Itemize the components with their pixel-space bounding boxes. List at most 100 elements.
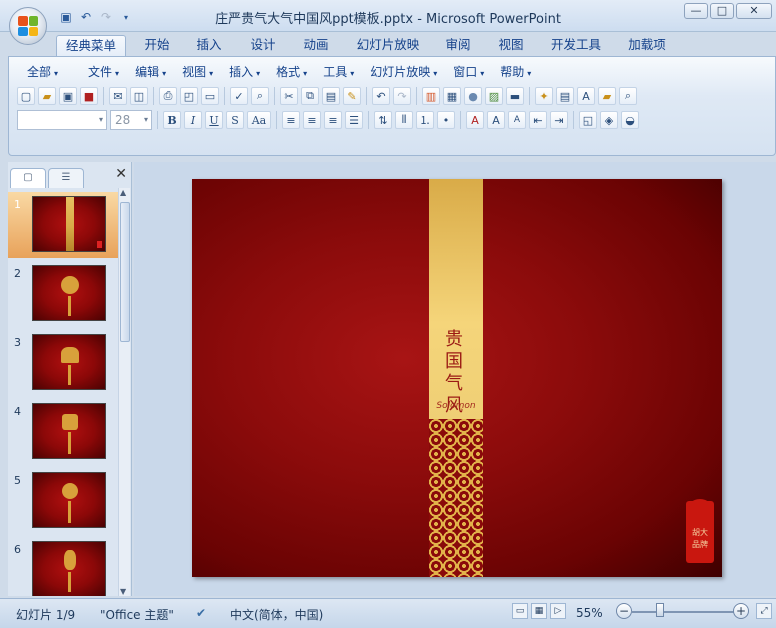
copy-icon[interactable]: ⧉ xyxy=(301,87,319,105)
permission-icon[interactable]: ■ xyxy=(80,87,98,105)
underline-button[interactable]: U xyxy=(205,111,223,129)
shape-fill-icon[interactable]: ◒ xyxy=(621,111,639,129)
list-item[interactable]: 3 xyxy=(8,330,118,396)
list-item[interactable]: 6 xyxy=(8,537,118,596)
font-size-combo[interactable]: 28 ▾ xyxy=(110,110,152,130)
tab-insert[interactable]: 插入 xyxy=(188,35,230,57)
tab-design[interactable]: 设计 xyxy=(242,35,284,57)
text-direction-icon[interactable]: ⇅ xyxy=(374,111,392,129)
table-icon[interactable]: ▦ xyxy=(443,87,461,105)
scrollbar-thumb[interactable] xyxy=(120,202,130,342)
slide-thumbnail[interactable] xyxy=(32,334,106,390)
menu-all[interactable]: 全部 ▾ xyxy=(19,63,66,81)
chart-icon[interactable]: ▥ xyxy=(422,87,440,105)
menu-help[interactable]: 帮助 ▾ xyxy=(492,63,539,81)
fit-to-window-icon[interactable]: ⤢ xyxy=(756,603,772,619)
shrink-font-icon[interactable]: A xyxy=(508,111,526,129)
menu-slideshow[interactable]: 幻灯片放映 ▾ xyxy=(362,63,445,81)
menu-view[interactable]: 视图 ▾ xyxy=(174,63,221,81)
font-name-combo[interactable]: ▾ xyxy=(17,110,107,130)
slide-thumbnail[interactable] xyxy=(32,196,106,252)
menu-tools[interactable]: 工具 ▾ xyxy=(315,63,362,81)
paste-icon[interactable]: ▤ xyxy=(322,87,340,105)
new-slide-icon[interactable]: ✦ xyxy=(535,87,553,105)
textbox-icon[interactable]: A xyxy=(577,87,595,105)
tab-animations[interactable]: 动画 xyxy=(295,35,337,57)
change-case-button[interactable]: Aa xyxy=(247,111,271,129)
menu-format[interactable]: 格式 ▾ xyxy=(268,63,315,81)
publish-icon[interactable]: ◫ xyxy=(130,87,148,105)
scroll-down-icon[interactable]: ▼ xyxy=(120,587,126,596)
increase-indent-icon[interactable]: ⇥ xyxy=(550,111,568,129)
slideshow-view-icon[interactable]: ▷ xyxy=(550,603,566,619)
cut-icon[interactable]: ✂ xyxy=(280,87,298,105)
folder-icon[interactable]: ▰ xyxy=(598,87,616,105)
font-color-icon[interactable]: A xyxy=(466,111,484,129)
close-icon[interactable]: ✕ xyxy=(115,166,127,182)
decrease-indent-icon[interactable]: ⇤ xyxy=(529,111,547,129)
list-item[interactable]: 1 xyxy=(8,192,118,258)
print-preview-icon[interactable]: ◰ xyxy=(180,87,198,105)
maximize-button[interactable]: □ xyxy=(710,3,734,19)
fill-color-icon[interactable]: ▬ xyxy=(506,87,524,105)
tab-home[interactable]: 开始 xyxy=(136,35,178,57)
align-left-icon[interactable]: ≡ xyxy=(282,111,300,129)
list-item[interactable]: 5 xyxy=(8,468,118,534)
picture-icon[interactable]: ▨ xyxy=(485,87,503,105)
tab-classic-menu[interactable]: 经典菜单 xyxy=(56,35,126,57)
bullets-icon[interactable]: • xyxy=(437,111,455,129)
slide-sorter-icon[interactable]: ▭ xyxy=(201,87,219,105)
zoom-slider-handle[interactable] xyxy=(656,603,664,617)
open-icon[interactable]: ▰ xyxy=(38,87,56,105)
tab-view[interactable]: 视图 xyxy=(490,35,532,57)
format-painter-icon[interactable]: ✎ xyxy=(343,87,361,105)
new-icon[interactable]: ▢ xyxy=(17,87,35,105)
shapes-icon[interactable]: ● xyxy=(464,87,482,105)
list-item[interactable]: 2 xyxy=(8,261,118,327)
tab-slideshow[interactable]: 幻灯片放映 xyxy=(348,35,428,57)
tab-addins[interactable]: 加载项 xyxy=(620,35,674,57)
zoom-in-icon[interactable]: + xyxy=(733,603,749,619)
slides-tab-icon[interactable]: ▢ xyxy=(10,168,46,188)
menu-edit[interactable]: 编辑 ▾ xyxy=(127,63,174,81)
print-icon[interactable]: ⎙ xyxy=(159,87,177,105)
tab-developer[interactable]: 开发工具 xyxy=(543,35,609,57)
zoom-slider[interactable] xyxy=(631,611,739,613)
outline-tab-icon[interactable]: ☰ xyxy=(48,168,84,188)
layout-icon[interactable]: ▤ xyxy=(556,87,574,105)
italic-button[interactable]: I xyxy=(184,111,202,129)
quick-styles-icon[interactable]: ◈ xyxy=(600,111,618,129)
list-item[interactable]: 4 xyxy=(8,399,118,465)
slide-thumbnail[interactable] xyxy=(32,541,106,596)
minimize-button[interactable]: — xyxy=(684,3,708,19)
justify-icon[interactable]: ☰ xyxy=(345,111,363,129)
undo-toolbar-icon[interactable]: ↶ xyxy=(372,87,390,105)
normal-view-icon[interactable]: ▭ xyxy=(512,603,528,619)
align-right-icon[interactable]: ≡ xyxy=(324,111,342,129)
save-toolbar-icon[interactable]: ▣ xyxy=(59,87,77,105)
menu-window[interactable]: 窗口 ▾ xyxy=(445,63,492,81)
align-center-icon[interactable]: ≡ xyxy=(303,111,321,129)
bold-button[interactable]: B xyxy=(163,111,181,129)
scroll-up-icon[interactable]: ▲ xyxy=(120,188,126,197)
slide-thumbnail[interactable] xyxy=(32,403,106,459)
slide-sorter-view-icon[interactable]: ▦ xyxy=(531,603,547,619)
slide-thumbnail[interactable] xyxy=(32,265,106,321)
slide-canvas[interactable]: 贵国 气风 Solomon 胡大 品牌 xyxy=(192,179,722,577)
close-button[interactable]: ✕ xyxy=(736,3,772,19)
email-icon[interactable]: ✉ xyxy=(109,87,127,105)
numbering-icon[interactable]: ⒈ xyxy=(416,111,434,129)
columns-icon[interactable]: ⫴ xyxy=(395,111,413,129)
research-icon[interactable]: ⌕ xyxy=(251,87,269,105)
arrange-icon[interactable]: ◱ xyxy=(579,111,597,129)
menu-file[interactable]: 文件 ▾ xyxy=(80,63,127,81)
zoom-level[interactable]: 55% xyxy=(576,606,603,620)
spelling-icon[interactable]: ✓ xyxy=(230,87,248,105)
menu-insert[interactable]: 插入 ▾ xyxy=(221,63,268,81)
office-button[interactable] xyxy=(9,7,47,45)
thumbnail-scrollbar[interactable]: ▲ ▼ xyxy=(118,188,130,596)
shadow-button[interactable]: S xyxy=(226,111,244,129)
redo-toolbar-icon[interactable]: ↷ xyxy=(393,87,411,105)
slide-thumbnail[interactable] xyxy=(32,472,106,528)
tab-review[interactable]: 审阅 xyxy=(437,35,479,57)
